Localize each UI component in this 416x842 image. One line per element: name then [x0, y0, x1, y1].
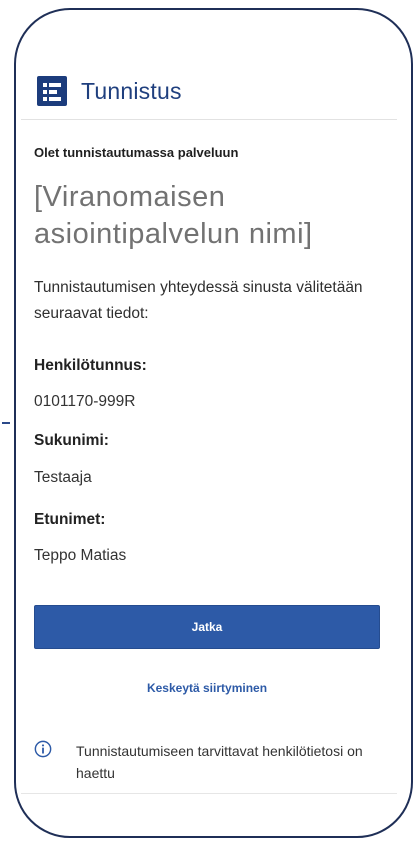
cancel-link[interactable]: Keskeytä siirtyminen [34, 681, 380, 695]
list-logo-icon [37, 76, 67, 106]
app-title: Tunnistus [81, 77, 182, 104]
service-name: [Viranomaisen asiointipalvelun nimi] [34, 181, 313, 250]
info-circle-icon [34, 740, 52, 758]
phone-frame [14, 8, 413, 838]
field-value-personal-id: 0101170-999R [34, 393, 136, 410]
intro-text: Olet tunnistautumassa palveluun [34, 145, 239, 160]
shared-info-description: Tunnistautumisen yhteydessä sinusta väli… [34, 279, 363, 322]
continue-button[interactable]: Jatka [34, 605, 380, 649]
field-label-first-names: Etunimet: [34, 511, 106, 528]
edge-mark [2, 422, 10, 424]
field-label-personal-id: Henkilötunnus: [34, 357, 147, 374]
bottom-divider [21, 793, 397, 794]
notice-text: Tunnistautumiseen tarvittavat henkilötie… [76, 743, 363, 781]
app-header: Tunnistus [21, 63, 397, 120]
field-label-surname: Sukunimi: [34, 432, 109, 449]
field-value-first-names: Teppo Matias [34, 547, 127, 564]
field-value-surname: Testaaja [34, 469, 92, 486]
